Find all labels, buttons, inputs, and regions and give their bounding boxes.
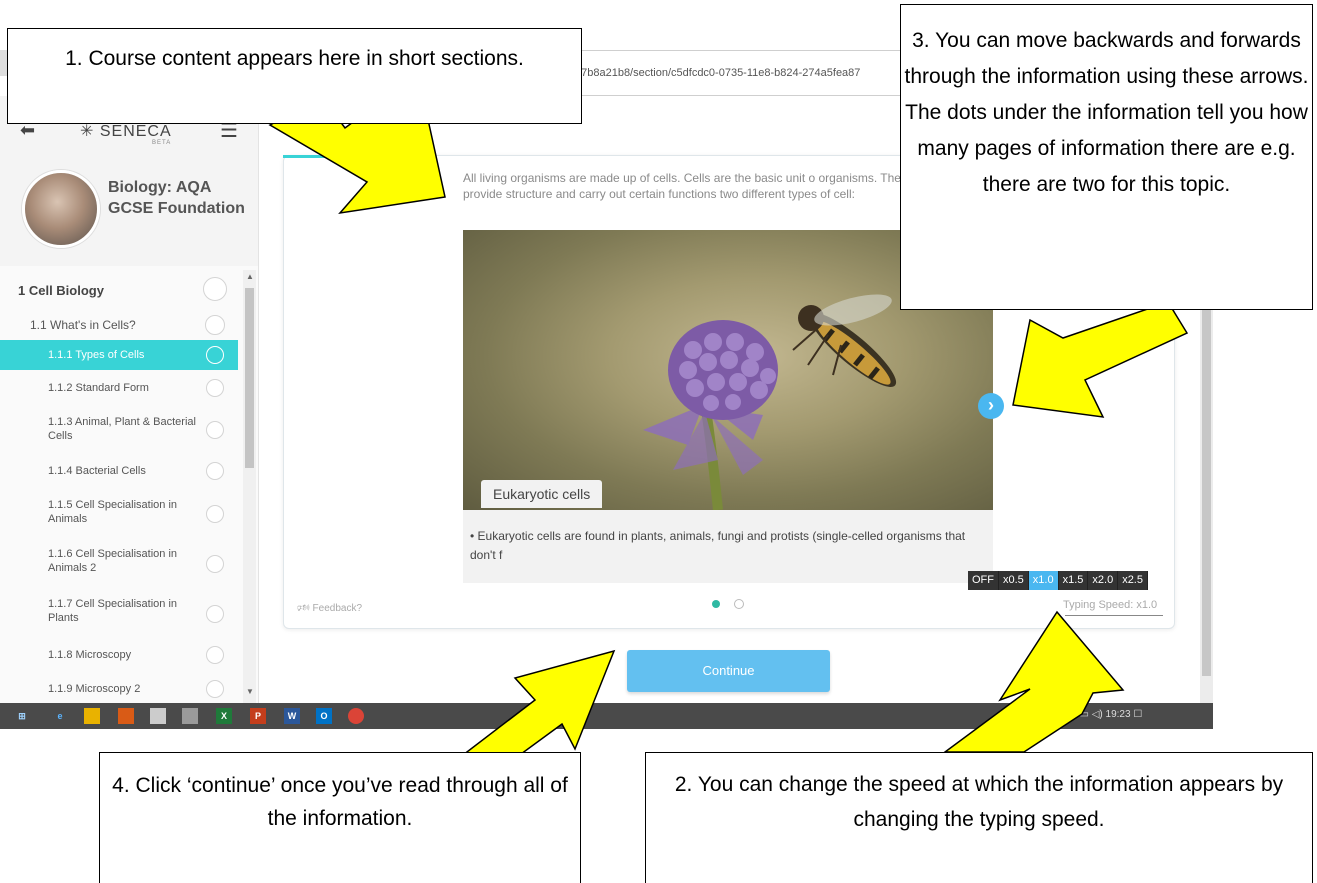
arrow-to-speed-icon bbox=[942, 610, 1125, 753]
callout-continue: 4. Click ‘continue’ once you’ve read thr… bbox=[99, 752, 581, 883]
callout-course-content: 1. Course content appears here in short … bbox=[7, 28, 582, 124]
callout-typing-speed: 2. You can change the speed at which the… bbox=[645, 752, 1313, 883]
callout-navigation: 3. You can move backwards and forwards t… bbox=[900, 4, 1313, 310]
arrow-to-next-icon bbox=[1012, 301, 1189, 418]
